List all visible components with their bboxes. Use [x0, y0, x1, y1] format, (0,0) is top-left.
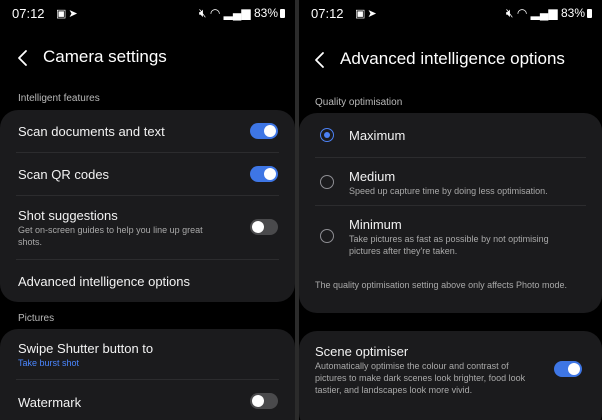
shot-suggestions-row[interactable]: Shot suggestions Get on-screen guides to…: [0, 195, 295, 259]
swipe-shutter-label: Swipe Shutter button to: [18, 341, 154, 356]
quality-note: The quality optimisation setting above o…: [315, 280, 567, 290]
image-icon: ▣: [56, 8, 69, 20]
wifi-icon: ◠: [516, 6, 528, 20]
option-minimum-desc: Take pictures as fast as possible by not…: [349, 234, 549, 256]
scene-optimiser-label: Scene optimiser: [315, 344, 409, 359]
mute-icon: 🔇︎: [198, 6, 207, 20]
battery-text: 83%: [560, 6, 585, 20]
section-intelligent-features: Intelligent features: [18, 93, 100, 104]
header: Advanced intelligence options: [299, 42, 602, 78]
battery-icon: [587, 9, 592, 19]
shot-suggestions-toggle[interactable]: [250, 219, 278, 235]
battery-text: 83%: [253, 6, 278, 20]
quality-optimisation-card: Maximum Medium Speed up capture time by …: [299, 113, 602, 313]
back-arrow-icon[interactable]: [14, 48, 34, 68]
radio-maximum[interactable]: [320, 128, 334, 142]
option-medium-label: Medium: [349, 169, 396, 184]
watermark-row[interactable]: Watermark: [0, 379, 295, 420]
battery-icon: [280, 9, 285, 19]
shot-suggestions-label: Shot suggestions: [18, 208, 118, 223]
scan-qr-row[interactable]: Scan QR codes: [0, 152, 295, 195]
telegram-icon: ➤: [367, 8, 379, 20]
scan-documents-toggle[interactable]: [250, 123, 278, 139]
radio-medium[interactable]: [320, 175, 334, 189]
notification-icons: ▣➤: [56, 7, 80, 20]
back-arrow-icon[interactable]: [311, 50, 331, 70]
pictures-card: Swipe Shutter button to Take burst shot …: [0, 329, 295, 420]
swipe-shutter-value: Take burst shot: [18, 358, 80, 368]
watermark-toggle[interactable]: [250, 393, 278, 409]
option-medium-desc: Speed up capture time by doing less opti…: [349, 186, 548, 196]
scan-documents-row[interactable]: Scan documents and text: [0, 110, 295, 152]
advanced-intelligence-label: Advanced intelligence options: [18, 274, 191, 289]
header: Camera settings: [0, 40, 295, 76]
option-maximum[interactable]: Maximum: [299, 113, 602, 157]
status-time: 07:12: [12, 6, 45, 21]
status-time: 07:12: [311, 6, 344, 21]
status-bar: 07:12 ▣➤ 🔇︎ ◠ ▂▄▆ 83%: [12, 5, 285, 23]
page-title: Advanced intelligence options: [340, 49, 565, 68]
mute-icon: 🔇︎: [505, 6, 514, 20]
swipe-shutter-row[interactable]: Swipe Shutter button to Take burst shot: [0, 329, 295, 377]
system-tray: 🔇︎ ◠ ▂▄▆ 83%: [506, 6, 592, 21]
notification-icons: ▣➤: [355, 7, 379, 20]
scene-optimiser-card[interactable]: Scene optimiser Automatically optimise t…: [299, 331, 602, 420]
radio-minimum[interactable]: [320, 229, 334, 243]
option-minimum[interactable]: Minimum Take pictures as fast as possibl…: [299, 205, 602, 267]
section-quality-optimisation: Quality optimisation: [315, 97, 403, 108]
shot-suggestions-desc: Get on-screen guides to help you line up…: [18, 225, 203, 247]
section-pictures: Pictures: [18, 313, 55, 324]
signal-icon: ▂▄▆: [223, 6, 251, 20]
camera-settings-screen: 07:12 ▣➤ 🔇︎ ◠ ▂▄▆ 83% Camera settings In…: [0, 0, 295, 420]
scene-optimiser-desc: Automatically optimise the colour and co…: [315, 361, 526, 395]
advanced-intelligence-screen: 07:12 ▣➤ 🔇︎ ◠ ▂▄▆ 83% Advanced intellige…: [299, 0, 602, 420]
scene-optimiser-toggle[interactable]: [554, 361, 582, 377]
system-tray: 🔇︎ ◠ ▂▄▆ 83%: [199, 6, 285, 21]
status-bar: 07:12 ▣➤ 🔇︎ ◠ ▂▄▆ 83%: [311, 5, 592, 23]
telegram-icon: ➤: [68, 8, 80, 20]
option-medium[interactable]: Medium Speed up capture time by doing le…: [299, 157, 602, 205]
signal-icon: ▂▄▆: [530, 6, 558, 20]
scan-documents-label: Scan documents and text: [18, 124, 165, 139]
scan-qr-label: Scan QR codes: [18, 167, 110, 182]
option-minimum-label: Minimum: [349, 217, 402, 232]
wifi-icon: ◠: [209, 6, 221, 20]
watermark-label: Watermark: [18, 395, 82, 410]
scan-qr-toggle[interactable]: [250, 166, 278, 182]
option-maximum-label: Maximum: [349, 128, 406, 143]
intelligent-features-card: Scan documents and text Scan QR codes Sh…: [0, 110, 295, 302]
page-title: Camera settings: [43, 47, 167, 66]
image-icon: ▣: [355, 8, 368, 20]
advanced-intelligence-row[interactable]: Advanced intelligence options: [0, 259, 295, 302]
